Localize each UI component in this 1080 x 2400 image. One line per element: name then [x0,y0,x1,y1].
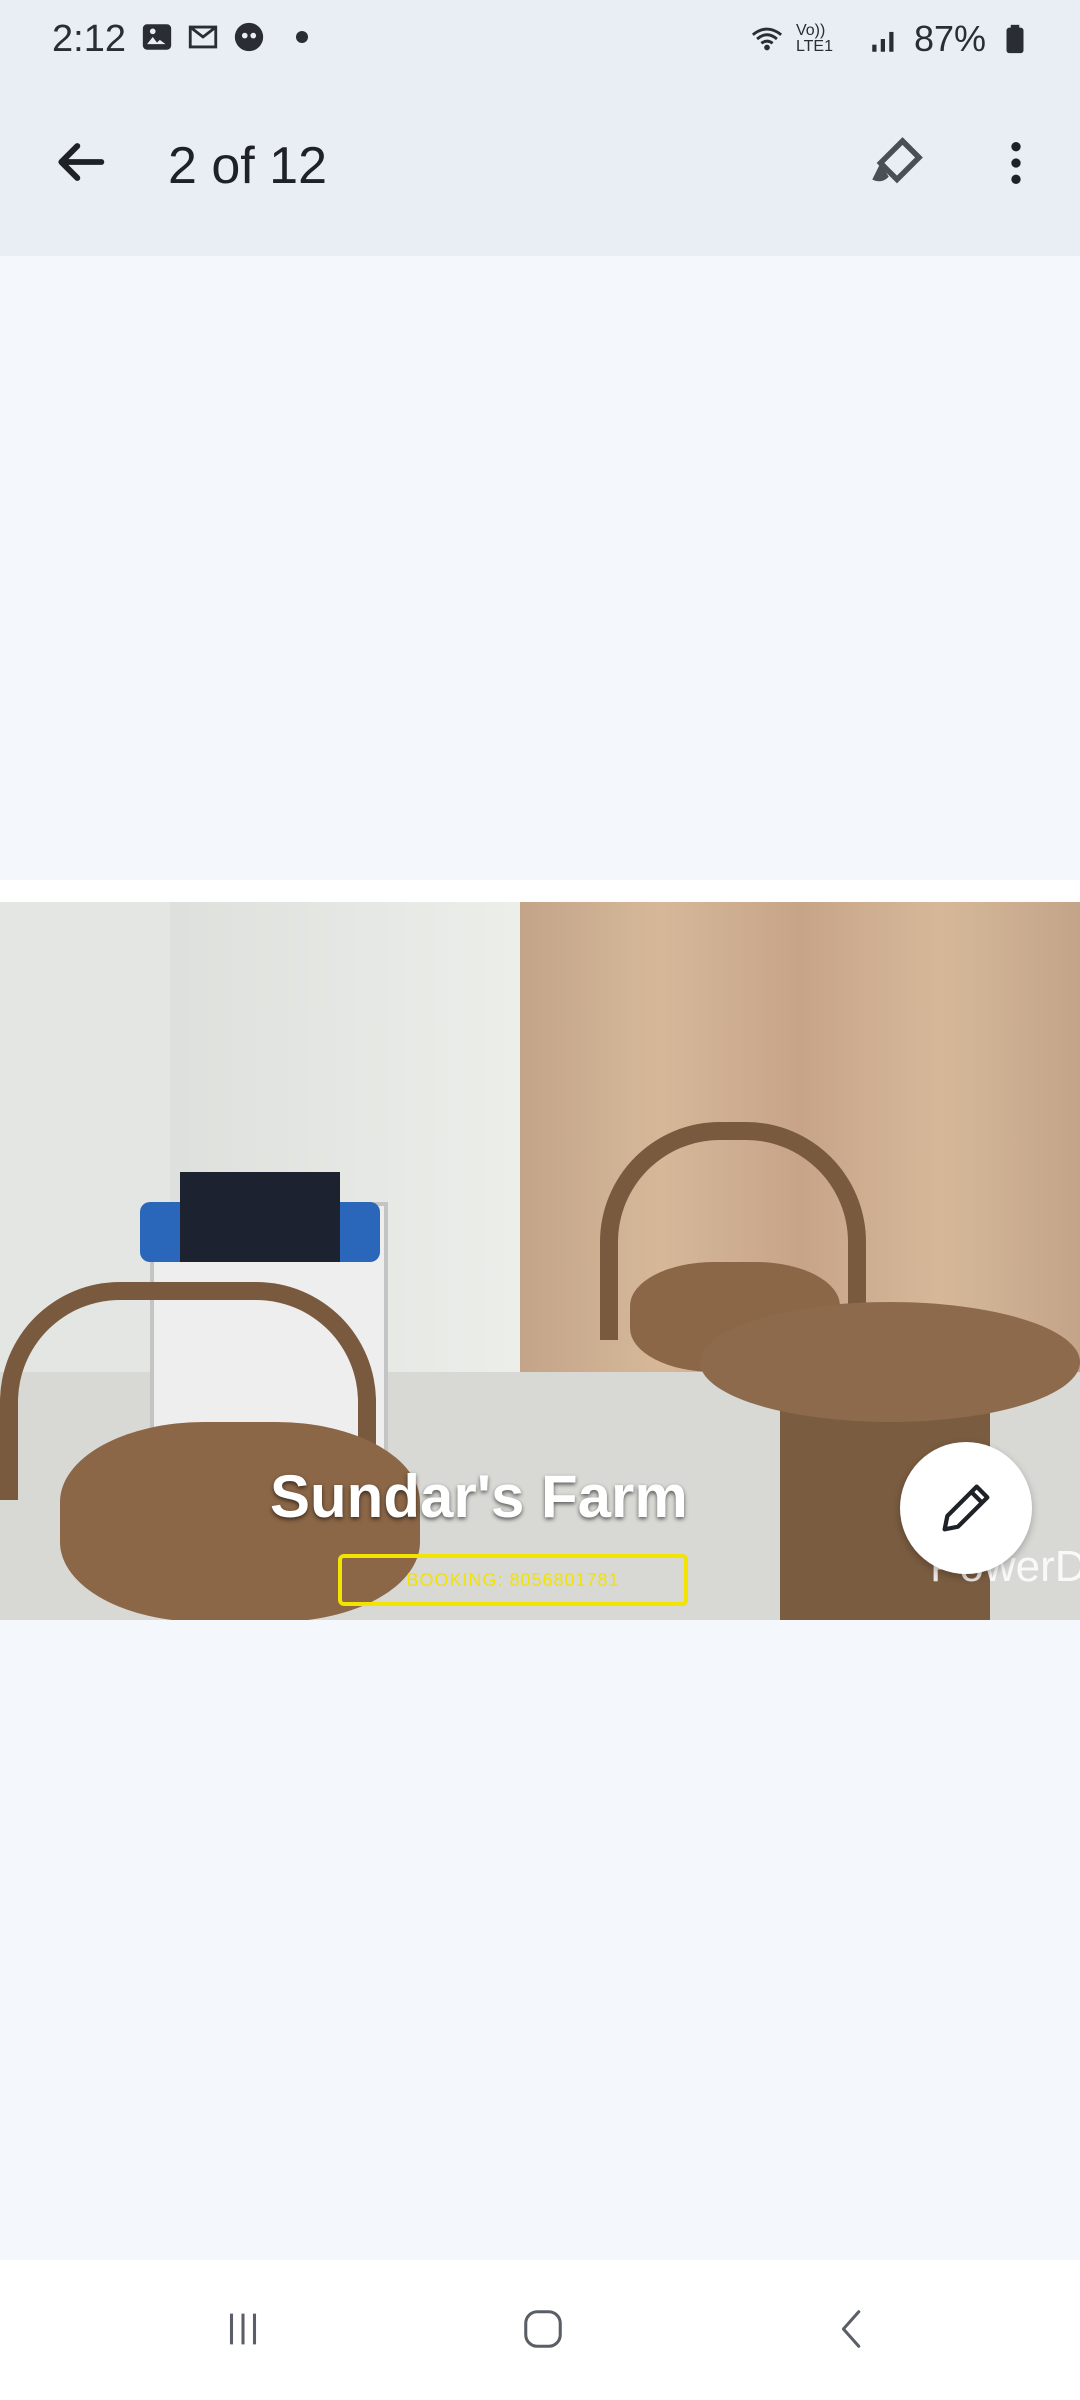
viewer-background-top [0,256,1080,880]
pencil-icon [942,1484,990,1532]
more-vert-icon[interactable] [988,130,1044,196]
home-icon[interactable] [520,2306,566,2352]
status-time: 2:12 [52,18,126,60]
wifi-icon [751,27,782,51]
gallery-notification-icon [142,24,172,50]
viewer-background-bottom [0,1620,1080,2260]
arrow-left-icon[interactable] [48,130,112,194]
status-bar: 2:12 Vo)) LTE1 87% [0,0,1080,80]
edit-fab-button[interactable] [900,1442,1032,1574]
network-label: Vo)) LTE1 [795,22,833,55]
page-title: 2 of 12 [168,137,328,195]
photo-table-top [700,1302,1080,1422]
battery-percent: 87% [913,18,986,59]
more-notifications-dot [296,31,308,43]
navigation-bar [0,2260,1080,2400]
photo-booking-text: BOOKING: 8056801781 [338,1554,688,1606]
photo-box [180,1172,340,1262]
back-nav-icon[interactable] [830,2306,876,2352]
gmail-notification-icon [188,25,218,49]
photo-brand-text: Sundar's Farm [270,1463,688,1530]
system-icons: Vo)) LTE1 87% [750,18,1032,60]
battery-icon [1006,24,1024,54]
signal-icon [872,31,894,52]
app-bar: 2 of 12 [0,80,1080,256]
notification-icons [140,20,308,54]
app-notification-icon [234,22,264,52]
recents-icon[interactable] [220,2306,266,2352]
brush-icon[interactable] [864,130,930,196]
